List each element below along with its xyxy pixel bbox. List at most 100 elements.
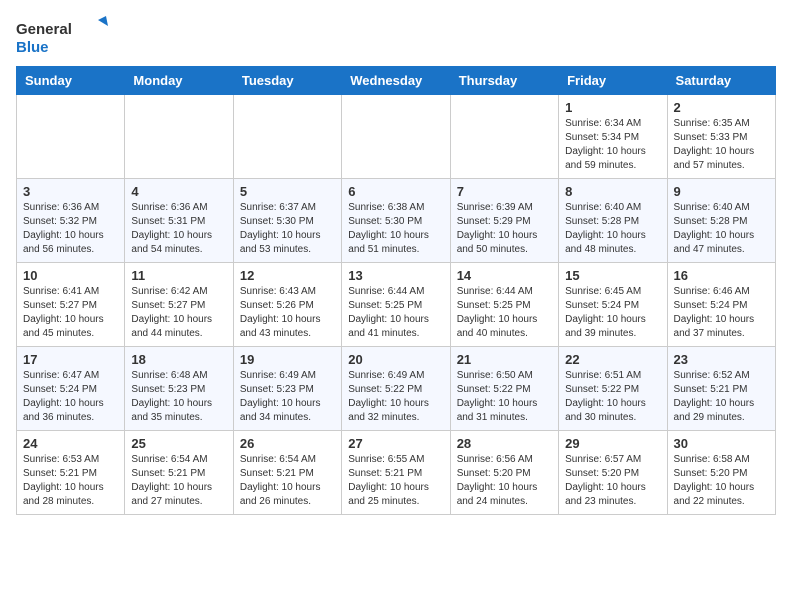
day-number: 25 xyxy=(131,436,226,451)
day-info: Sunrise: 6:34 AMSunset: 5:34 PMDaylight:… xyxy=(565,117,660,173)
svg-text:Blue: Blue xyxy=(16,39,49,56)
day-number: 13 xyxy=(348,268,443,283)
day-info: Sunrise: 6:41 AMSunset: 5:27 PMDaylight:… xyxy=(23,285,118,341)
calendar-week-2: 3 Sunrise: 6:36 AMSunset: 5:32 PMDaylight… xyxy=(17,179,776,263)
calendar-week-4: 17Sunrise: 6:47 AMSunset: 5:24 PMDayligh… xyxy=(17,347,776,431)
day-info: Sunrise: 6:49 AMSunset: 5:23 PMDaylight:… xyxy=(240,369,335,425)
svg-text:General: General xyxy=(16,21,72,38)
day-info: Sunrise: 6:52 AMSunset: 5:21 PMDaylight:… xyxy=(674,369,769,425)
day-info: Sunrise: 6:42 AMSunset: 5:27 PMDaylight:… xyxy=(131,285,226,341)
day-info: Sunrise: 6:45 AMSunset: 5:24 PMDaylight:… xyxy=(565,285,660,341)
calendar-cell: 18 Sunrise: 6:48 AMSunset: 5:23 PMDayligh… xyxy=(125,347,233,431)
calendar-cell: 28 Sunrise: 6:56 AMSunset: 5:20 PMDayligh… xyxy=(450,431,558,515)
col-header-sunday: Sunday xyxy=(17,67,125,95)
calendar-table: SundayMondayTuesdayWednesdayThursdayFrid… xyxy=(16,66,776,515)
day-info: Sunrise: 6:49 AMSunset: 5:22 PMDaylight:… xyxy=(348,369,443,425)
calendar-cell: 21 Sunrise: 6:50 AMSunset: 5:22 PMDayligh… xyxy=(450,347,558,431)
col-header-tuesday: Tuesday xyxy=(233,67,341,95)
col-header-thursday: Thursday xyxy=(450,67,558,95)
day-info: Sunrise: 6:35 AMSunset: 5:33 PMDaylight:… xyxy=(674,117,769,173)
calendar-cell: 12Sunrise: 6:43 AMSunset: 5:26 PMDayligh… xyxy=(233,263,341,347)
calendar-cell xyxy=(342,95,450,179)
calendar-week-3: 10 Sunrise: 6:41 AMSunset: 5:27 PMDayligh… xyxy=(17,263,776,347)
calendar-cell: 6 Sunrise: 6:38 AMSunset: 5:30 PMDaylight… xyxy=(342,179,450,263)
day-info: Sunrise: 6:43 AMSunset: 5:26 PMDaylight:… xyxy=(240,285,335,341)
day-number: 29 xyxy=(565,436,660,451)
day-number: 4 xyxy=(131,184,226,199)
calendar-cell: 16 Sunrise: 6:46 AMSunset: 5:24 PMDayligh… xyxy=(667,263,775,347)
day-info: Sunrise: 6:50 AMSunset: 5:22 PMDaylight:… xyxy=(457,369,552,425)
calendar-cell: 25 Sunrise: 6:54 AMSunset: 5:21 PMDayligh… xyxy=(125,431,233,515)
day-info: Sunrise: 6:54 AMSunset: 5:21 PMDaylight:… xyxy=(240,453,335,509)
calendar-cell: 1 Sunrise: 6:34 AMSunset: 5:34 PMDaylight… xyxy=(559,95,667,179)
calendar-cell: 27Sunrise: 6:55 AMSunset: 5:21 PMDayligh… xyxy=(342,431,450,515)
calendar-cell: 10 Sunrise: 6:41 AMSunset: 5:27 PMDayligh… xyxy=(17,263,125,347)
day-info: Sunrise: 6:56 AMSunset: 5:20 PMDaylight:… xyxy=(457,453,552,509)
calendar-cell xyxy=(450,95,558,179)
day-number: 28 xyxy=(457,436,552,451)
header: General Blue xyxy=(16,16,776,58)
calendar-cell: 3 Sunrise: 6:36 AMSunset: 5:32 PMDaylight… xyxy=(17,179,125,263)
day-info: Sunrise: 6:40 AMSunset: 5:28 PMDaylight:… xyxy=(565,201,660,257)
day-number: 26 xyxy=(240,436,335,451)
day-number: 9 xyxy=(674,184,769,199)
calendar-cell xyxy=(125,95,233,179)
col-header-saturday: Saturday xyxy=(667,67,775,95)
calendar-header-row: SundayMondayTuesdayWednesdayThursdayFrid… xyxy=(17,67,776,95)
day-info: Sunrise: 6:37 AMSunset: 5:30 PMDaylight:… xyxy=(240,201,335,257)
col-header-monday: Monday xyxy=(125,67,233,95)
day-number: 2 xyxy=(674,100,769,115)
calendar-week-5: 24Sunrise: 6:53 AMSunset: 5:21 PMDayligh… xyxy=(17,431,776,515)
day-number: 18 xyxy=(131,352,226,367)
logo-svg: General Blue xyxy=(16,16,116,58)
calendar-week-1: 1 Sunrise: 6:34 AMSunset: 5:34 PMDaylight… xyxy=(17,95,776,179)
day-info: Sunrise: 6:38 AMSunset: 5:30 PMDaylight:… xyxy=(348,201,443,257)
day-info: Sunrise: 6:51 AMSunset: 5:22 PMDaylight:… xyxy=(565,369,660,425)
calendar-cell: 5Sunrise: 6:37 AMSunset: 5:30 PMDaylight… xyxy=(233,179,341,263)
day-info: Sunrise: 6:44 AMSunset: 5:25 PMDaylight:… xyxy=(457,285,552,341)
day-number: 16 xyxy=(674,268,769,283)
calendar-cell: 15 Sunrise: 6:45 AMSunset: 5:24 PMDayligh… xyxy=(559,263,667,347)
day-info: Sunrise: 6:39 AMSunset: 5:29 PMDaylight:… xyxy=(457,201,552,257)
calendar-cell: 19 Sunrise: 6:49 AMSunset: 5:23 PMDayligh… xyxy=(233,347,341,431)
calendar-cell: 11 Sunrise: 6:42 AMSunset: 5:27 PMDayligh… xyxy=(125,263,233,347)
calendar-cell: 13 Sunrise: 6:44 AMSunset: 5:25 PMDayligh… xyxy=(342,263,450,347)
calendar-cell: 29 Sunrise: 6:57 AMSunset: 5:20 PMDayligh… xyxy=(559,431,667,515)
day-info: Sunrise: 6:44 AMSunset: 5:25 PMDaylight:… xyxy=(348,285,443,341)
calendar-cell: 22 Sunrise: 6:51 AMSunset: 5:22 PMDayligh… xyxy=(559,347,667,431)
day-info: Sunrise: 6:54 AMSunset: 5:21 PMDaylight:… xyxy=(131,453,226,509)
day-info: Sunrise: 6:57 AMSunset: 5:20 PMDaylight:… xyxy=(565,453,660,509)
calendar-cell xyxy=(233,95,341,179)
day-number: 21 xyxy=(457,352,552,367)
day-number: 15 xyxy=(565,268,660,283)
day-number: 24 xyxy=(23,436,118,451)
day-info: Sunrise: 6:36 AMSunset: 5:31 PMDaylight:… xyxy=(131,201,226,257)
calendar-cell: 9Sunrise: 6:40 AMSunset: 5:28 PMDaylight… xyxy=(667,179,775,263)
day-number: 10 xyxy=(23,268,118,283)
day-number: 6 xyxy=(348,184,443,199)
day-number: 1 xyxy=(565,100,660,115)
day-number: 8 xyxy=(565,184,660,199)
logo: General Blue xyxy=(16,16,116,58)
day-info: Sunrise: 6:48 AMSunset: 5:23 PMDaylight:… xyxy=(131,369,226,425)
day-number: 11 xyxy=(131,268,226,283)
day-number: 23 xyxy=(674,352,769,367)
day-number: 3 xyxy=(23,184,118,199)
day-info: Sunrise: 6:58 AMSunset: 5:20 PMDaylight:… xyxy=(674,453,769,509)
day-info: Sunrise: 6:36 AMSunset: 5:32 PMDaylight:… xyxy=(23,201,118,257)
calendar-cell: 20Sunrise: 6:49 AMSunset: 5:22 PMDayligh… xyxy=(342,347,450,431)
day-number: 30 xyxy=(674,436,769,451)
calendar-cell: 24Sunrise: 6:53 AMSunset: 5:21 PMDayligh… xyxy=(17,431,125,515)
calendar-cell: 23 Sunrise: 6:52 AMSunset: 5:21 PMDayligh… xyxy=(667,347,775,431)
day-info: Sunrise: 6:46 AMSunset: 5:24 PMDaylight:… xyxy=(674,285,769,341)
day-number: 7 xyxy=(457,184,552,199)
day-info: Sunrise: 6:47 AMSunset: 5:24 PMDaylight:… xyxy=(23,369,118,425)
day-number: 14 xyxy=(457,268,552,283)
col-header-friday: Friday xyxy=(559,67,667,95)
day-number: 22 xyxy=(565,352,660,367)
day-number: 27 xyxy=(348,436,443,451)
day-number: 19 xyxy=(240,352,335,367)
calendar-cell xyxy=(17,95,125,179)
calendar-cell: 17Sunrise: 6:47 AMSunset: 5:24 PMDayligh… xyxy=(17,347,125,431)
calendar-cell: 4 Sunrise: 6:36 AMSunset: 5:31 PMDaylight… xyxy=(125,179,233,263)
